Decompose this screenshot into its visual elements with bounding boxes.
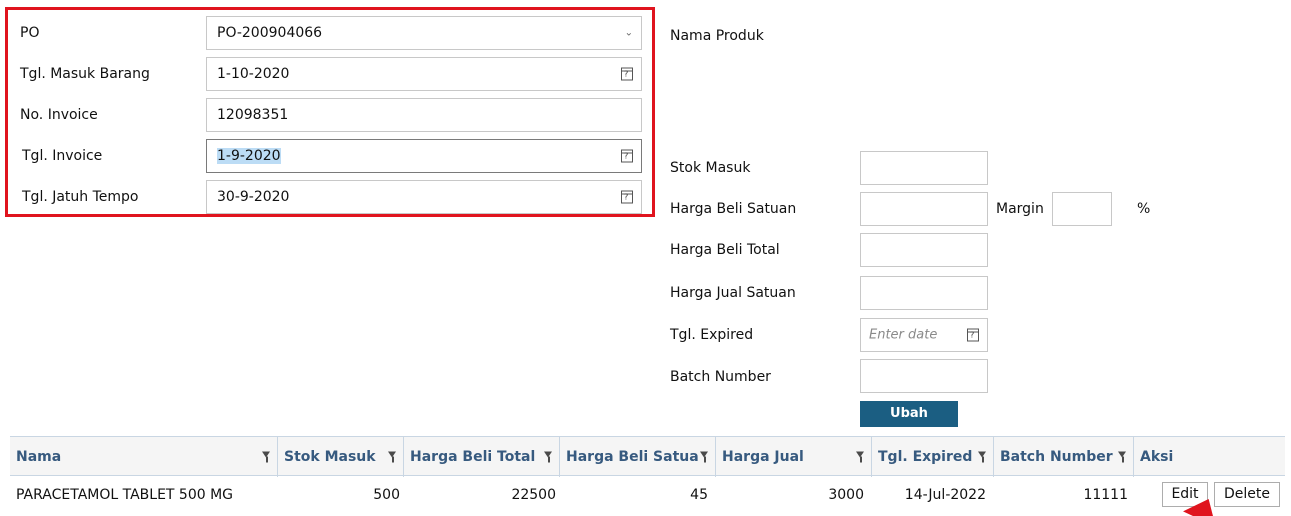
tgl-invoice-value: 1-9-2020 bbox=[217, 148, 281, 164]
tgl-expired-placeholder: Enter date bbox=[869, 327, 938, 343]
harga-beli-satuan-label: Harga Beli Satuan bbox=[670, 201, 797, 217]
no-invoice-value: 12098351 bbox=[217, 107, 289, 123]
header-form-highlight: PO PO-200904066 ⌄ Tgl. Masuk Barang 1-10… bbox=[5, 7, 655, 217]
filter-icon[interactable] bbox=[544, 451, 553, 463]
filter-icon[interactable] bbox=[856, 451, 865, 463]
no-invoice-field[interactable]: 12098351 bbox=[206, 98, 642, 132]
filter-icon[interactable] bbox=[978, 451, 987, 463]
cell-batch-number: 11111 bbox=[994, 477, 1134, 512]
cell-text: 3000 bbox=[828, 486, 864, 503]
tgl-invoice-row: Tgl. Invoice 1-9-2020 bbox=[8, 139, 652, 173]
stok-masuk-input[interactable] bbox=[860, 151, 988, 185]
tgl-jatuh-tempo-row: Tgl. Jatuh Tempo 30-9-2020 bbox=[8, 180, 652, 214]
delete-button[interactable]: Delete bbox=[1214, 482, 1280, 507]
cell-text: PARACETAMOL TABLET 500 MG bbox=[16, 486, 234, 503]
po-value: PO-200904066 bbox=[217, 25, 323, 41]
no-invoice-row: No. Invoice 12098351 bbox=[8, 98, 652, 132]
column-header-stok-masuk[interactable]: Stok Masuk bbox=[278, 437, 404, 477]
column-title: Harga Beli Total bbox=[410, 449, 536, 465]
tgl-masuk-label: Tgl. Masuk Barang bbox=[20, 66, 150, 82]
nama-produk-label: Nama Produk bbox=[670, 28, 764, 44]
tgl-jatuh-tempo-label: Tgl. Jatuh Tempo bbox=[22, 189, 139, 205]
items-grid: Nama Stok Masuk Harga Beli Total Harga B… bbox=[10, 436, 1285, 512]
tgl-invoice-label: Tgl. Invoice bbox=[22, 148, 103, 164]
calendar-icon[interactable] bbox=[621, 67, 633, 81]
column-title: Harga Jual bbox=[722, 449, 804, 465]
column-header-harga-beli-total[interactable]: Harga Beli Total bbox=[404, 437, 560, 477]
table-row[interactable]: PARACETAMOL TABLET 500 MG 500 22500 45 3… bbox=[10, 477, 1285, 512]
filter-icon[interactable] bbox=[262, 451, 271, 463]
calendar-icon[interactable] bbox=[967, 328, 979, 342]
po-row: PO PO-200904066 ⌄ bbox=[8, 16, 652, 50]
filter-icon[interactable] bbox=[1118, 451, 1127, 463]
column-title: Batch Number bbox=[1000, 449, 1113, 465]
filter-icon[interactable] bbox=[388, 451, 397, 463]
calendar-icon[interactable] bbox=[621, 190, 633, 204]
column-header-batch-number[interactable]: Batch Number bbox=[994, 437, 1134, 477]
batch-number-input[interactable] bbox=[860, 359, 988, 393]
column-title: Tgl. Expired bbox=[878, 449, 973, 465]
chevron-down-icon[interactable]: ⌄ bbox=[625, 28, 633, 39]
tgl-jatuh-tempo-field[interactable]: 30-9-2020 bbox=[206, 180, 642, 214]
percent-label: % bbox=[1137, 201, 1151, 217]
cell-text: 14-Jul-2022 bbox=[904, 486, 986, 503]
cell-harga-jual: 3000 bbox=[716, 477, 872, 512]
harga-beli-satuan-input[interactable] bbox=[860, 192, 988, 226]
cell-text: 500 bbox=[373, 486, 400, 503]
tgl-jatuh-tempo-value: 30-9-2020 bbox=[217, 189, 290, 205]
harga-jual-satuan-label: Harga Jual Satuan bbox=[670, 285, 796, 301]
cell-harga-beli-satuan: 45 bbox=[560, 477, 716, 512]
margin-label: Margin bbox=[996, 201, 1044, 217]
no-invoice-label: No. Invoice bbox=[20, 107, 98, 123]
ubah-button[interactable]: Ubah bbox=[860, 401, 958, 427]
tgl-masuk-row: Tgl. Masuk Barang 1-10-2020 bbox=[8, 57, 652, 91]
cell-text: 22500 bbox=[511, 486, 556, 503]
column-header-nama[interactable]: Nama bbox=[10, 437, 278, 477]
po-label: PO bbox=[20, 25, 40, 41]
stok-masuk-label: Stok Masuk bbox=[670, 160, 751, 176]
tgl-expired-input[interactable]: Enter date bbox=[860, 318, 988, 352]
po-select[interactable]: PO-200904066 ⌄ bbox=[206, 16, 642, 50]
harga-beli-total-input[interactable] bbox=[860, 233, 988, 267]
batch-number-label: Batch Number bbox=[670, 369, 771, 385]
margin-input[interactable] bbox=[1052, 192, 1112, 226]
calendar-icon[interactable] bbox=[621, 149, 633, 163]
tgl-masuk-field[interactable]: 1-10-2020 bbox=[206, 57, 642, 91]
cell-tgl-expired: 14-Jul-2022 bbox=[872, 477, 994, 512]
column-header-harga-beli-satuan[interactable]: Harga Beli Satua bbox=[560, 437, 716, 477]
tgl-masuk-value: 1-10-2020 bbox=[217, 66, 290, 82]
cell-harga-beli-total: 22500 bbox=[404, 477, 560, 512]
column-title: Harga Beli Satua bbox=[566, 449, 698, 465]
filter-icon[interactable] bbox=[700, 451, 709, 463]
column-title: Stok Masuk bbox=[284, 449, 376, 465]
column-title: Nama bbox=[16, 449, 62, 465]
column-header-harga-jual[interactable]: Harga Jual bbox=[716, 437, 872, 477]
cell-nama: PARACETAMOL TABLET 500 MG bbox=[10, 477, 278, 512]
cell-stok-masuk: 500 bbox=[278, 477, 404, 512]
column-title: Aksi bbox=[1140, 449, 1174, 465]
grid-header: Nama Stok Masuk Harga Beli Total Harga B… bbox=[10, 436, 1285, 477]
harga-jual-satuan-input[interactable] bbox=[860, 276, 988, 310]
cell-text: 45 bbox=[690, 486, 708, 503]
tgl-expired-label: Tgl. Expired bbox=[670, 327, 754, 343]
column-header-tgl-expired[interactable]: Tgl. Expired bbox=[872, 437, 994, 477]
harga-beli-total-label: Harga Beli Total bbox=[670, 242, 780, 258]
column-header-aksi: Aksi bbox=[1134, 437, 1285, 477]
cell-text: 11111 bbox=[1083, 486, 1128, 503]
tgl-invoice-field[interactable]: 1-9-2020 bbox=[206, 139, 642, 173]
